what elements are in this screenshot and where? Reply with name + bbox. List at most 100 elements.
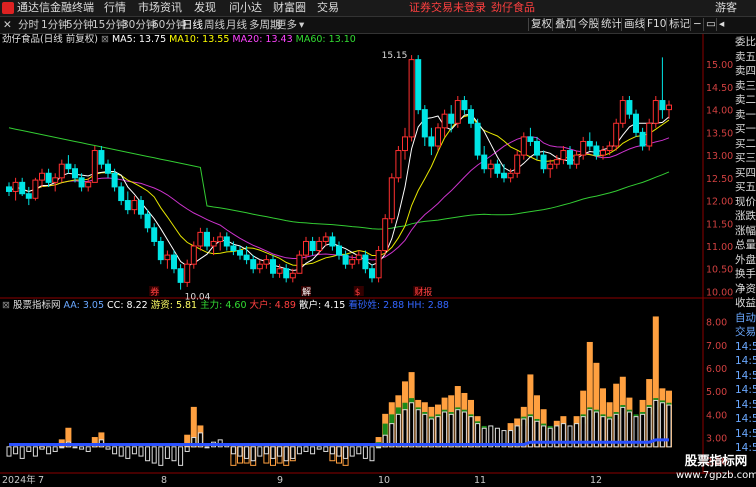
candle-body bbox=[408, 59, 415, 138]
side-item: 现价 bbox=[735, 195, 756, 208]
candle-body bbox=[639, 131, 646, 147]
candle-body bbox=[448, 113, 455, 124]
side-item[interactable]: 14:5 bbox=[735, 413, 756, 425]
menu-item-caifuquan[interactable]: 财富圈 bbox=[273, 1, 306, 15]
user-label[interactable]: 游客 bbox=[715, 1, 737, 15]
candle-body bbox=[606, 145, 613, 152]
tab-period-more[interactable]: 更多 bbox=[276, 18, 297, 32]
side-item[interactable]: 14:5 bbox=[735, 370, 756, 382]
cc-bar bbox=[13, 446, 19, 455]
candle-body bbox=[520, 136, 527, 156]
tab-period-1min[interactable]: 1分钟 bbox=[41, 18, 69, 32]
candle-body bbox=[474, 122, 481, 156]
cc-bar bbox=[131, 446, 137, 455]
date-label-10: 10 bbox=[378, 475, 391, 486]
cc-bar bbox=[547, 427, 553, 448]
cc-bar bbox=[356, 446, 362, 455]
side-item: 卖三 bbox=[735, 79, 756, 92]
button-f10[interactable]: F10 bbox=[644, 18, 668, 31]
candle-body bbox=[85, 181, 92, 188]
candle-body bbox=[382, 218, 389, 252]
indicator-axis-label: 8.00 bbox=[706, 318, 727, 329]
cc-bar bbox=[52, 446, 58, 452]
watermark-url: www.7gpzb.com bbox=[676, 470, 756, 481]
candle-body bbox=[263, 259, 270, 265]
candle-body bbox=[283, 268, 290, 279]
menu-item-jiaoyi[interactable]: 交易 bbox=[317, 1, 339, 15]
candle-body bbox=[540, 154, 547, 170]
side-item: 买五 bbox=[735, 181, 756, 193]
candle-body bbox=[586, 140, 593, 147]
event-mark: $ bbox=[355, 288, 361, 298]
candle-body bbox=[468, 109, 474, 124]
tab-period-5min[interactable]: 5分钟 bbox=[66, 18, 94, 32]
side-item: 委比 bbox=[735, 36, 756, 48]
candle-body bbox=[210, 240, 217, 247]
event-mark: 券 bbox=[150, 286, 159, 298]
menu-item-wenxiaoda[interactable]: 问小达 bbox=[229, 1, 262, 15]
cc-bar bbox=[296, 446, 302, 455]
candle-body bbox=[494, 163, 501, 174]
indicator-axis-label: 7.00 bbox=[706, 341, 727, 352]
candle-body bbox=[184, 263, 191, 283]
stock-name-link[interactable]: 劲仔食品 bbox=[491, 1, 535, 15]
high-annotation: 15.15 bbox=[382, 51, 408, 61]
side-item: 卖四 bbox=[735, 65, 756, 77]
candle-body bbox=[435, 127, 441, 147]
cc-bar bbox=[6, 446, 12, 457]
tab-period-fenshi[interactable]: 分时 bbox=[18, 18, 39, 32]
candle-body bbox=[659, 100, 666, 111]
candle-body bbox=[223, 236, 230, 247]
price-axis-label: 10.50 bbox=[706, 265, 733, 276]
side-item[interactable]: 14:5 bbox=[735, 428, 756, 440]
trade-login-notice[interactable]: 证券交易未登录 bbox=[409, 1, 486, 15]
candle-body bbox=[157, 240, 164, 261]
side-item[interactable]: 14:5 bbox=[735, 399, 756, 411]
tab-period-weekly[interactable]: 周线 bbox=[204, 18, 225, 32]
side-item[interactable]: 交易 bbox=[735, 326, 756, 338]
side-item[interactable]: 14:5 bbox=[735, 384, 756, 396]
menu-item-zixun[interactable]: 资讯 bbox=[160, 1, 182, 15]
tab-period-daily[interactable]: 日线 bbox=[182, 18, 203, 32]
candle-body bbox=[560, 150, 567, 161]
event-mark: 解 bbox=[302, 286, 311, 298]
side-item[interactable]: 14:5 bbox=[735, 341, 756, 353]
price-axis-label: 11.50 bbox=[706, 219, 733, 230]
candle-body bbox=[171, 254, 177, 270]
side-item: 净资 bbox=[735, 282, 756, 295]
cc-bar bbox=[26, 446, 32, 452]
app-logo-icon bbox=[2, 2, 14, 14]
candle-body bbox=[52, 177, 59, 183]
side-item[interactable]: 自动 bbox=[735, 312, 756, 324]
side-item[interactable]: 14:5 bbox=[735, 355, 756, 367]
menu-item-hangqing[interactable]: 行情 bbox=[104, 1, 126, 15]
button-fuquan[interactable]: 复权 bbox=[528, 18, 554, 31]
candle-body bbox=[204, 231, 210, 247]
candle-body bbox=[501, 172, 507, 179]
close-icon[interactable]: ✕ bbox=[3, 18, 12, 32]
title-bar: 通达信金融终端 行情 市场 资讯 发现 问小达 财富圈 交易 证券交易未登录 劲… bbox=[0, 0, 756, 17]
arrow-left-icon[interactable]: ◂ bbox=[716, 18, 726, 31]
cc-bar bbox=[283, 446, 289, 462]
menu-item-faxian[interactable]: 发现 bbox=[194, 1, 216, 15]
side-item: 买三 bbox=[735, 152, 756, 164]
tab-period-monthly[interactable]: 月线 bbox=[226, 18, 247, 32]
side-item: 卖二 bbox=[735, 94, 756, 106]
menu-item-shichang[interactable]: 市场 bbox=[138, 1, 160, 15]
cc-bar bbox=[85, 446, 91, 452]
button-biaoji[interactable]: 标记 bbox=[666, 18, 692, 31]
candle-body bbox=[514, 154, 521, 174]
candle-body bbox=[441, 113, 448, 129]
cc-bar bbox=[409, 402, 415, 448]
candle-body bbox=[270, 259, 276, 274]
cc-bar bbox=[369, 446, 375, 462]
candle-body bbox=[19, 181, 26, 195]
minus-icon[interactable]: − bbox=[690, 18, 704, 31]
candle-body bbox=[72, 168, 78, 179]
candle-body bbox=[369, 268, 375, 279]
charts-svg[interactable]: 15.00 14.50 14.00 13.50 13.00 12.50 12.00 11.50… bbox=[0, 34, 733, 474]
chevron-down-icon[interactable]: ▾ bbox=[299, 18, 304, 32]
cc-bar bbox=[461, 411, 467, 448]
cc-bar bbox=[184, 446, 190, 452]
side-item: 涨跌 bbox=[735, 210, 756, 222]
